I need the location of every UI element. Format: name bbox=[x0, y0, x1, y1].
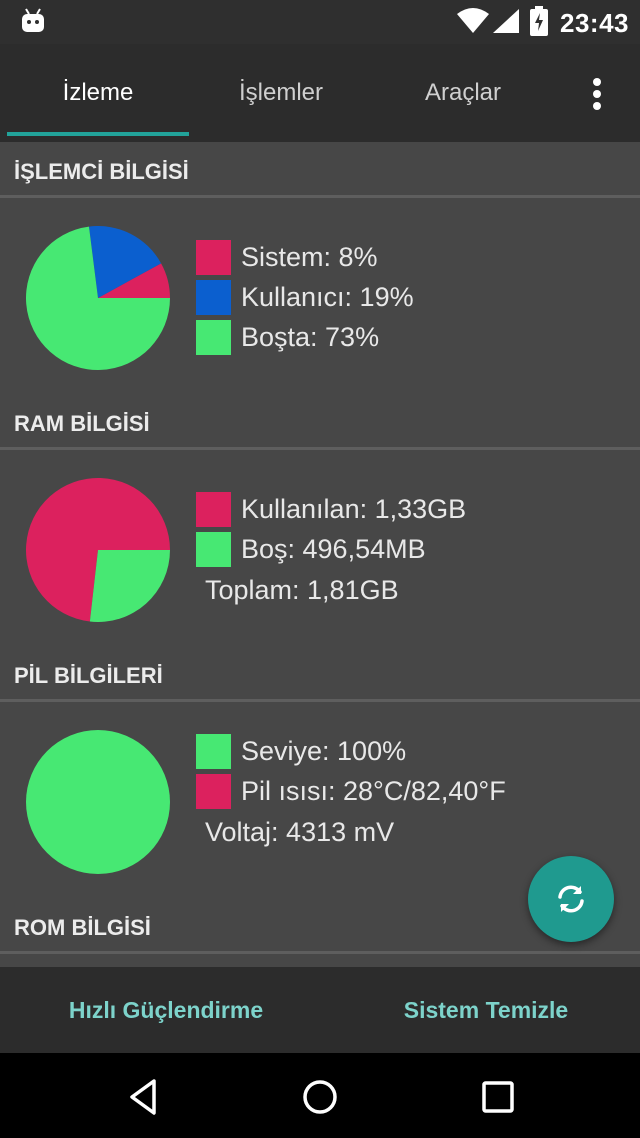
ram-pie-chart bbox=[26, 478, 170, 622]
refresh-icon bbox=[558, 885, 584, 913]
recents-icon[interactable] bbox=[476, 1075, 520, 1119]
legend-swatch bbox=[196, 531, 231, 567]
quick-boost-button[interactable]: Hızlı Güçlendirme bbox=[40, 967, 292, 1053]
cpu-section-title: İŞLEMCİ BİLGİSİ bbox=[14, 159, 189, 184]
pie-slice-boş bbox=[89, 550, 170, 622]
battery-section-header: PİL BİLGİLERİ bbox=[0, 646, 640, 702]
cpu-card: Sistem: 8% Kullanıcı: 19% Boşta: 73% bbox=[0, 198, 640, 394]
ram-section-title: RAM BİLGİSİ bbox=[14, 411, 150, 436]
legend-item-temperature: Pil ısısı: 28°C/82,40°F bbox=[196, 773, 506, 809]
legend-swatch bbox=[196, 733, 231, 769]
legend-label: Pil ısısı: 28°C/82,40°F bbox=[241, 775, 506, 806]
legend-swatch bbox=[196, 279, 231, 315]
legend-swatch bbox=[196, 491, 231, 527]
overflow-menu-icon[interactable] bbox=[580, 74, 614, 114]
battery-voltage: Voltaj: 4313 mV bbox=[205, 817, 395, 847]
pie-slice-seviye bbox=[26, 730, 170, 874]
bottom-action-bar: Hızlı Güçlendirme Sistem Temizle bbox=[0, 967, 640, 1053]
back-icon[interactable] bbox=[122, 1075, 166, 1119]
system-clean-button[interactable]: Sistem Temizle bbox=[360, 967, 612, 1053]
legend-item-used: Kullanılan: 1,33GB bbox=[196, 491, 466, 527]
legend-swatch bbox=[196, 239, 231, 275]
legend-label: Boşta: 73% bbox=[241, 321, 380, 352]
legend-item-idle: Boşta: 73% bbox=[196, 319, 379, 355]
tab-bar: İzleme İşlemler Araçlar bbox=[0, 44, 640, 142]
legend-label: Kullanıcı: 19% bbox=[241, 281, 414, 312]
status-time: 23:43 bbox=[560, 8, 629, 38]
battery-section-title: PİL BİLGİLERİ bbox=[14, 663, 163, 688]
wifi-icon bbox=[457, 8, 489, 33]
cpu-pie-chart bbox=[26, 226, 170, 370]
legend-label: Kullanılan: 1,33GB bbox=[241, 493, 467, 524]
tab-araclar[interactable]: Araçlar bbox=[372, 44, 554, 142]
divider bbox=[0, 951, 640, 954]
tab-islemler[interactable]: İşlemler bbox=[190, 44, 372, 142]
ram-section-header: RAM BİLGİSİ bbox=[0, 394, 640, 450]
legend-item-level: Seviye: 100% bbox=[196, 733, 406, 769]
signal-icon bbox=[493, 9, 519, 33]
battery-charging-icon bbox=[530, 6, 548, 36]
legend-label: Boş: 496,54MB bbox=[241, 533, 426, 564]
ram-card: Kullanılan: 1,33GB Boş: 496,54MB Toplam:… bbox=[0, 450, 640, 646]
legend-swatch bbox=[196, 773, 231, 809]
home-icon[interactable] bbox=[298, 1075, 342, 1119]
legend-item-free: Boş: 496,54MB bbox=[196, 531, 426, 567]
legend-label: Sistem: 8% bbox=[241, 241, 378, 272]
status-bar: 23:43 bbox=[0, 0, 640, 44]
ram-total: Toplam: 1,81GB bbox=[205, 575, 399, 605]
cpu-section-header: İŞLEMCİ BİLGİSİ bbox=[0, 142, 640, 198]
rom-section-title: ROM BİLGİSİ bbox=[14, 915, 151, 940]
navigation-bar bbox=[0, 1053, 640, 1138]
refresh-button[interactable] bbox=[528, 856, 614, 942]
monitor-content[interactable]: İŞLEMCİ BİLGİSİ Sistem: 8% Kullanıcı: 19… bbox=[0, 142, 640, 967]
legend-label: Seviye: 100% bbox=[241, 735, 407, 766]
android-icon bbox=[22, 8, 44, 32]
active-tab-indicator bbox=[7, 132, 189, 136]
legend-swatch bbox=[196, 319, 231, 355]
legend-item-system: Sistem: 8% bbox=[196, 239, 378, 275]
tab-izleme[interactable]: İzleme bbox=[7, 44, 189, 142]
battery-pie-chart bbox=[26, 730, 170, 874]
legend-item-user: Kullanıcı: 19% bbox=[196, 279, 414, 315]
